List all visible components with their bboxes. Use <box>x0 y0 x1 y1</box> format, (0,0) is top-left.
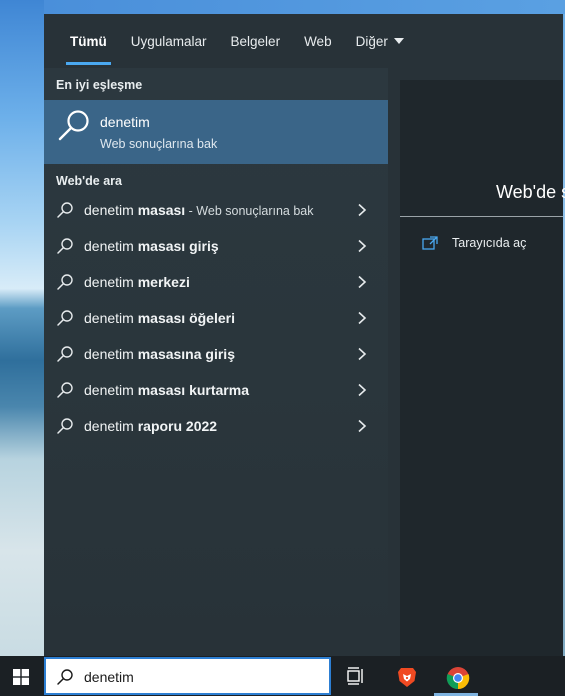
search-flyout: Tümü Uygulamalar Belgeler Web Diğer En i… <box>44 14 565 656</box>
suggestion-prefix: denetim <box>84 238 138 254</box>
results-pane: En iyi eşleşme denetim Web sonuçlarına b… <box>44 68 388 656</box>
suggestion-completion: masası giriş <box>137 238 219 254</box>
suggestion-completion: masası kurtarma <box>137 382 249 398</box>
caret-down-icon <box>393 38 404 44</box>
suggestion-text: denetim masası kurtarma <box>84 382 249 398</box>
search-icon <box>57 418 73 434</box>
chevron-right-icon[interactable] <box>356 311 368 325</box>
tab-more[interactable]: Diğer <box>344 14 416 68</box>
chevron-right-icon[interactable] <box>356 239 368 253</box>
best-match-item[interactable]: denetim Web sonuçlarına bak <box>44 100 388 164</box>
preview-title: Web'de s <box>496 182 565 202</box>
web-suggestion-item[interactable]: denetim masası giriş <box>44 228 388 264</box>
task-view-icon <box>347 667 363 685</box>
suggestion-prefix: denetim <box>84 418 138 434</box>
suggestion-prefix: denetim <box>84 310 138 326</box>
preview-pane: Web'de s Tarayıcıda aç <box>400 80 565 656</box>
suggestion-completion: masası <box>137 202 186 218</box>
suggestion-prefix: denetim <box>84 274 138 290</box>
best-match-subtitle: Web sonuçlarına bak <box>100 137 218 151</box>
search-icon <box>57 346 73 362</box>
tab-web[interactable]: Web <box>292 14 344 68</box>
suggestion-completion: raporu 2022 <box>137 418 218 434</box>
web-suggestion-item[interactable]: denetim masasına giriş <box>44 336 388 372</box>
search-icon <box>57 382 73 398</box>
chrome-browser-button[interactable] <box>432 656 480 696</box>
suggestion-completion: merkezi <box>137 274 190 290</box>
open-external-icon <box>422 236 438 250</box>
suggestion-text: denetim masası - Web sonuçlarına bak <box>84 202 314 218</box>
best-match-label: En iyi eşleşme <box>56 78 143 92</box>
tab-apps[interactable]: Uygulamalar <box>119 14 219 68</box>
taskbar: denetim <box>0 656 565 696</box>
search-query-text: denetim <box>84 669 134 685</box>
search-icon <box>57 238 73 254</box>
search-icon <box>57 669 73 685</box>
chevron-right-icon[interactable] <box>356 275 368 289</box>
web-suggestion-item[interactable]: denetim masası - Web sonuçlarına bak <box>44 192 388 228</box>
chevron-right-icon[interactable] <box>356 419 368 433</box>
suggestion-text: denetim masasına giriş <box>84 346 235 362</box>
suggestion-text: denetim raporu 2022 <box>84 418 217 434</box>
desktop-wallpaper-top <box>44 0 565 14</box>
chevron-right-icon[interactable] <box>356 347 368 361</box>
chevron-right-icon[interactable] <box>356 203 368 217</box>
open-in-browser-label: Tarayıcıda aç <box>452 236 527 250</box>
web-suggestion-item[interactable]: denetim masası öğeleri <box>44 300 388 336</box>
tab-all[interactable]: Tümü <box>58 14 119 68</box>
web-suggestion-item[interactable]: denetim raporu 2022 <box>44 408 388 444</box>
search-tabs: Tümü Uygulamalar Belgeler Web Diğer <box>44 14 563 68</box>
suggestion-prefix: denetim <box>84 346 138 362</box>
suggestion-prefix: denetim <box>84 202 138 218</box>
chrome-icon <box>446 667 470 690</box>
windows-logo-icon <box>13 669 29 685</box>
suggestion-completion: masası öğeleri <box>137 310 235 326</box>
web-suggestion-item[interactable]: denetim merkezi <box>44 264 388 300</box>
best-match-title: denetim <box>100 114 150 130</box>
brave-browser-button[interactable] <box>382 656 430 696</box>
suggestion-prefix: denetim <box>84 382 138 398</box>
taskbar-search-input[interactable]: denetim <box>44 657 331 695</box>
search-icon <box>57 274 73 290</box>
start-button[interactable] <box>0 656 44 696</box>
brave-lion-icon <box>398 668 416 687</box>
suggestion-text: denetim masası giriş <box>84 238 219 254</box>
suggestion-completion: masasına giriş <box>137 346 235 362</box>
web-suggestion-item[interactable]: denetim masası kurtarma <box>44 372 388 408</box>
task-view-button[interactable] <box>332 656 380 696</box>
chevron-right-icon[interactable] <box>356 383 368 397</box>
desktop-wallpaper-left <box>0 0 44 656</box>
preview-divider <box>400 216 563 217</box>
tab-documents[interactable]: Belgeler <box>219 14 293 68</box>
search-icon <box>58 110 89 141</box>
search-icon <box>57 310 73 326</box>
suggestion-text: denetim masası öğeleri <box>84 310 235 326</box>
suggestion-text: denetim merkezi <box>84 274 190 290</box>
search-icon <box>57 202 73 218</box>
suggestion-hint: - Web sonuçlarına bak <box>185 204 314 218</box>
web-search-label: Web'de ara <box>56 174 122 188</box>
